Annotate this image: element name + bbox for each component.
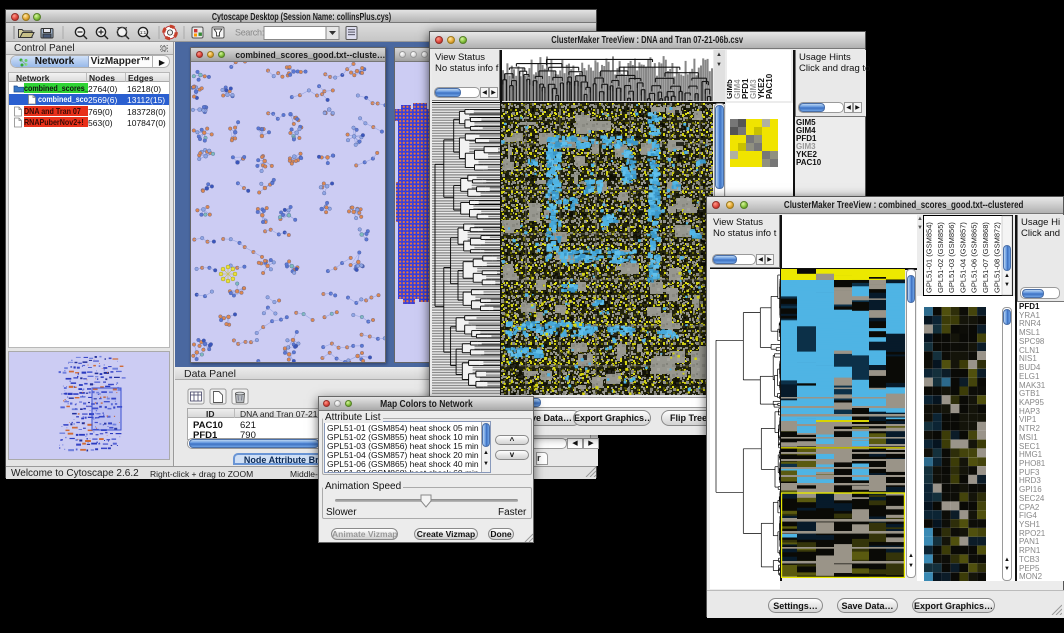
svg-text:PAC10: PAC10 [765,73,774,99]
svg-text:GPL51-04 (GSM857): GPL51-04 (GSM857) [958,222,967,293]
svg-text:GPL51-02 (GSM855): GPL51-02 (GSM855) [936,222,945,293]
svg-text:1:1: 1:1 [140,30,147,35]
svg-text:GPL51-01 (GSM854): GPL51-01 (GSM854) [925,222,934,293]
svg-text:GPL51-08 (GSM872): GPL51-08 (GSM872) [992,222,1001,293]
svg-text:GPL51-03 (GSM856): GPL51-03 (GSM856) [947,222,956,293]
svg-text:GPL51-07 (GSM868): GPL51-07 (GSM868) [981,222,990,293]
svg-text:Search:: Search: [235,28,264,38]
svg-text:GPL51-06 (GSM865): GPL51-06 (GSM865) [970,222,979,293]
